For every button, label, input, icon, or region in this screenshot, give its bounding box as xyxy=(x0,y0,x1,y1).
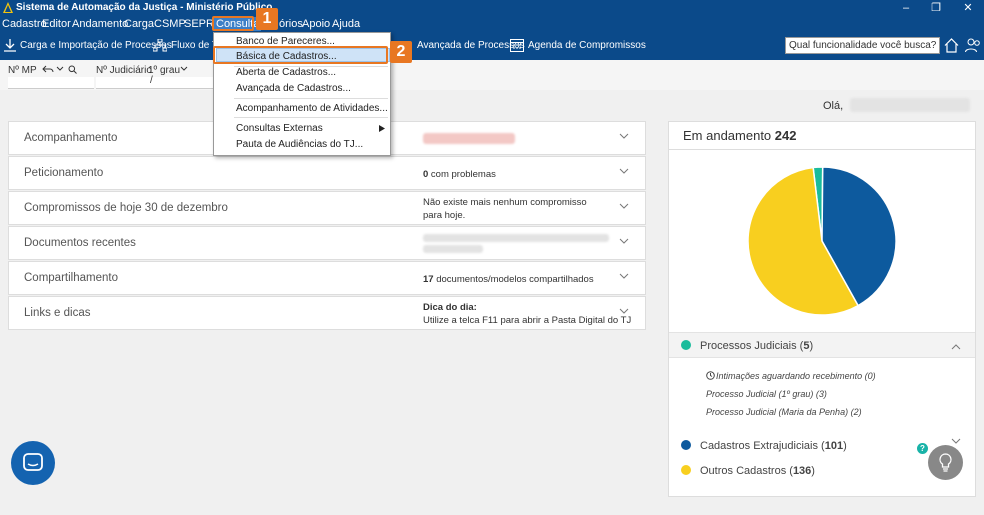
legend-cadastros-extrajudiciais[interactable]: Cadastros Extrajudiciais (101) xyxy=(681,440,847,452)
documentos-value-redacted xyxy=(423,234,609,242)
panel-title: Compromissos de hoje 30 de dezembro xyxy=(24,202,228,214)
users-icon[interactable] xyxy=(965,38,981,53)
menu-csmp[interactable]: CSMP xyxy=(154,18,186,30)
acompanhamento-value-redacted xyxy=(423,133,515,144)
menu-item-avancada-cadastros[interactable]: Avançada de Cadastros... xyxy=(236,83,351,94)
compartilhamento-value: 17 documentos/modelos compartilhados xyxy=(423,274,594,285)
panel-compromissos[interactable]: Compromissos de hoje 30 de dezembro Não … xyxy=(8,191,646,225)
restore-icon[interactable]: ❐ xyxy=(922,0,950,16)
clock-icon xyxy=(706,371,715,380)
menu-andamento[interactable]: Andamento xyxy=(72,18,128,30)
user-name-redacted xyxy=(850,98,971,112)
chevron-down-icon[interactable] xyxy=(619,271,629,281)
menu-separator xyxy=(234,117,388,118)
minimize-icon[interactable]: – xyxy=(892,0,920,16)
panel-compartilhamento[interactable]: Compartilhamento 17 documentos/modelos c… xyxy=(8,261,646,295)
panel-title: Acompanhamento xyxy=(24,132,118,144)
sub-item-intimacoes[interactable]: Intimações aguardando recebimento (0) xyxy=(706,371,876,381)
panel-peticionamento[interactable]: Peticionamento 0 com problemas xyxy=(8,156,646,190)
chevron-down-icon[interactable] xyxy=(619,236,629,246)
callout-1-highlight xyxy=(212,16,254,31)
calendar-icon xyxy=(510,39,524,52)
toolbar: Carga e Importação de Processos Fluxo de… xyxy=(0,32,984,60)
sub-item-processo-1-grau[interactable]: Processo Judicial (1º grau) (3) xyxy=(706,389,827,399)
menu-item-consultas-externas[interactable]: Consultas Externas xyxy=(236,123,323,134)
legend-dot xyxy=(681,465,691,475)
window-title: Sistema de Automação da Justiça - Minist… xyxy=(16,2,273,13)
lightbulb-icon xyxy=(939,453,952,472)
chevron-down-icon[interactable] xyxy=(951,438,961,445)
sub-item-processo-maria-penha[interactable]: Processo Judicial (Maria da Penha) (2) xyxy=(706,407,862,417)
greeting-text: Olá, xyxy=(823,100,844,112)
chevron-down-icon[interactable] xyxy=(56,66,64,72)
panel-documentos-recentes[interactable]: Documentos recentes xyxy=(8,226,646,260)
menu-item-acompanhamento-atividades[interactable]: Acompanhamento de Atividades... xyxy=(236,103,388,114)
menu-carga[interactable]: Carga xyxy=(124,18,154,30)
panel-links-dicas[interactable]: Links e dicas Dica do dia: Utilize a telc… xyxy=(8,296,646,330)
documentos-value-redacted xyxy=(423,245,483,253)
chevron-up-icon[interactable] xyxy=(951,343,961,350)
chat-button[interactable] xyxy=(11,441,55,485)
menu-ajuda[interactable]: Ajuda xyxy=(332,18,360,30)
legend-processos-judiciais[interactable]: Processos Judiciais (5) xyxy=(681,340,813,352)
search-input[interactable] xyxy=(785,37,940,54)
legend-outros-cadastros[interactable]: Outros Cadastros (136) xyxy=(681,465,815,477)
help-icon[interactable]: ? xyxy=(917,443,928,454)
panel-title: Links e dicas xyxy=(24,307,91,319)
flowchart-icon xyxy=(153,39,167,52)
agenda-compromissos-button[interactable]: Agenda de Compromissos xyxy=(528,40,646,51)
title-bar: Sistema de Automação da Justiça - Minist… xyxy=(0,0,984,16)
avancada-processos-button[interactable]: Avançada de Processos xyxy=(417,40,525,51)
mp-input[interactable] xyxy=(8,77,94,89)
chevron-down-icon[interactable] xyxy=(180,66,188,72)
menu-apoio[interactable]: Apoio xyxy=(302,18,330,30)
menu-relatorios[interactable]: órios xyxy=(279,18,303,30)
legend-dot xyxy=(681,340,691,350)
menu-cadastro[interactable]: Cadastro xyxy=(2,18,47,30)
callout-2-badge: 2 xyxy=(390,41,412,63)
dica-value: Dica do dia: Utilize a telca F11 para abr… xyxy=(423,302,632,326)
peticionamento-value: 0 com problemas xyxy=(423,169,496,180)
tips-button[interactable] xyxy=(928,445,963,480)
undo-icon[interactable] xyxy=(42,65,54,74)
judiciario-label: Nº Judiciário xyxy=(96,65,152,76)
pie-chart xyxy=(747,166,897,316)
mp-label: Nº MP xyxy=(8,65,37,76)
em-andamento-card: Em andamento 242 Processos Judiciais (5)… xyxy=(668,121,976,497)
menu-item-aberta-cadastros[interactable]: Aberta de Cadastros... xyxy=(236,67,336,78)
download-icon xyxy=(4,39,16,52)
judiciario-input[interactable]: / xyxy=(96,75,214,89)
chevron-down-icon[interactable] xyxy=(619,201,629,211)
close-icon[interactable]: ✕ xyxy=(954,0,982,16)
menu-item-pauta-audiencias[interactable]: Pauta de Audiências do TJ... xyxy=(236,139,363,150)
chevron-down-icon[interactable] xyxy=(619,131,629,141)
callout-2-highlight xyxy=(213,46,388,64)
greeting: Olá, xyxy=(823,98,971,112)
panel-title: Compartilhamento xyxy=(24,272,118,284)
search-icon[interactable] xyxy=(68,65,77,74)
carga-importacao-button[interactable]: Carga e Importação de Processos xyxy=(20,40,172,51)
app-logo-icon xyxy=(3,2,13,13)
menu-editor[interactable]: Editor xyxy=(42,18,71,30)
chevron-down-icon[interactable] xyxy=(619,306,629,316)
compromissos-value: Não existe mais nenhum compromisso para … xyxy=(423,197,587,221)
em-andamento-header: Em andamento 242 xyxy=(669,122,975,150)
chat-icon xyxy=(23,453,43,471)
submenu-arrow-icon xyxy=(379,125,385,132)
menu-bar: Cadastro Editor Andamento Carga CSMP SEP… xyxy=(0,16,984,32)
callout-1-badge: 1 xyxy=(256,8,278,30)
panel-title: Peticionamento xyxy=(24,167,104,179)
chevron-down-icon[interactable] xyxy=(619,166,629,176)
home-icon[interactable] xyxy=(944,38,959,53)
legend-dot xyxy=(681,440,691,450)
panel-title: Documentos recentes xyxy=(24,237,136,249)
menu-separator xyxy=(234,98,388,99)
quick-search-bar: Nº MP Nº Judiciário 1º grau / xyxy=(0,60,984,90)
